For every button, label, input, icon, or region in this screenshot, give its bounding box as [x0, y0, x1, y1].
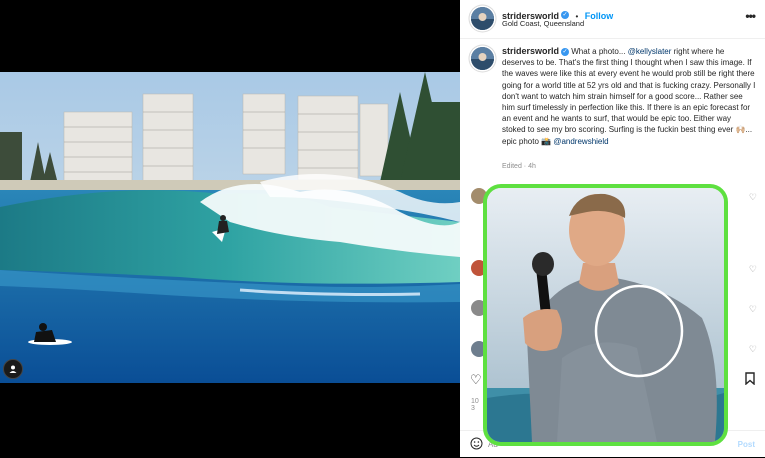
caption-verified-badge-icon: ✓: [561, 47, 570, 56]
heart-icon[interactable]: ♡: [470, 372, 482, 388]
mention-link[interactable]: @kellyslater: [628, 47, 672, 56]
comment-heart-icon[interactable]: ♡: [749, 264, 757, 275]
caption-text-start: What a photo...: [571, 47, 628, 56]
follow-button[interactable]: Follow: [585, 11, 614, 21]
post-meta: Edited · 4h: [502, 163, 536, 170]
post-header: stridersworld ✓ • Follow Gold Coast, Quee…: [460, 0, 765, 39]
post-time[interactable]: 4h: [528, 163, 536, 170]
likes-value: 10: [471, 398, 479, 405]
reaction-image-overlay: [483, 184, 728, 446]
caption-text-body: right where he deserves to be. That's th…: [502, 47, 756, 146]
verified-badge-icon: ✓: [561, 10, 570, 19]
edited-label: Edited: [502, 163, 522, 170]
surf-photo: [0, 72, 460, 383]
post-caption: stridersworld ✓ What a photo... @kellysla…: [502, 46, 756, 147]
photographer-mention-link[interactable]: @andrewshield: [553, 137, 608, 146]
comment-heart-icon[interactable]: ♡: [749, 344, 757, 355]
emoji-icon[interactable]: [470, 437, 483, 455]
caption-avatar[interactable]: [471, 47, 494, 70]
likes-count[interactable]: 10 3: [471, 398, 479, 412]
caption-username[interactable]: stridersworld: [502, 46, 559, 56]
post-location[interactable]: Gold Coast, Queensland: [502, 19, 584, 28]
likes-value-2: 3: [471, 405, 475, 412]
more-options-icon[interactable]: •••: [745, 9, 756, 23]
comment-heart-icon[interactable]: ♡: [749, 192, 757, 203]
post-comment-button[interactable]: Post: [738, 440, 755, 449]
author-avatar[interactable]: [471, 7, 494, 30]
bookmark-icon[interactable]: [745, 372, 755, 390]
user-tag-icon[interactable]: [3, 359, 23, 379]
comment-heart-icon[interactable]: ♡: [749, 304, 757, 315]
post-media[interactable]: [0, 0, 460, 457]
